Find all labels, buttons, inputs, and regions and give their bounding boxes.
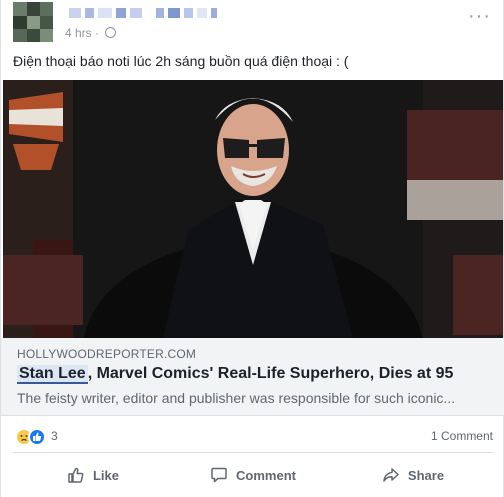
- share-icon: [383, 468, 399, 482]
- post-text: Điện thoại báo noti lúc 2h sáng buồn quá…: [13, 53, 349, 69]
- share-button[interactable]: Share: [333, 456, 493, 494]
- comment-button[interactable]: Comment: [173, 456, 333, 494]
- link-title-highlight[interactable]: Stan Lee: [17, 365, 88, 384]
- author-name-redacted[interactable]: [69, 8, 221, 20]
- avatar[interactable]: [13, 2, 53, 42]
- post-card: 4 hrs · ··· Điện thoại báo noti lúc 2h s…: [0, 0, 504, 497]
- comment-label: Comment: [236, 467, 296, 483]
- more-options-icon[interactable]: ···: [468, 6, 491, 26]
- globe-icon[interactable]: [105, 27, 117, 38]
- like-label: Like: [92, 467, 119, 483]
- link-description: The feisty writer, editor and publisher …: [17, 390, 456, 406]
- like-icon: [68, 467, 84, 483]
- reactions-count[interactable]: 3: [51, 429, 58, 443]
- comments-count[interactable]: 1 Comment: [431, 429, 493, 443]
- post-actions: Like Comment Share: [13, 456, 493, 494]
- timestamp-link[interactable]: 4 hrs: [65, 26, 92, 40]
- post-stats: 3 1 Comment: [13, 424, 493, 446]
- photo-illustration: [3, 80, 503, 338]
- link-preview[interactable]: HOLLYWOODREPORTER.COM Stan Lee, Marvel C…: [1, 338, 504, 416]
- share-label: Share: [407, 467, 445, 483]
- link-title-rest: , Marvel Comics' Real-Life Superhero, Di…: [87, 365, 454, 382]
- post-meta: 4 hrs ·: [65, 26, 117, 40]
- actions-divider: [13, 452, 493, 453]
- like-button[interactable]: Like: [13, 456, 173, 494]
- link-domain: HOLLYWOODREPORTER.COM: [17, 347, 197, 361]
- like-reaction-icon: [28, 428, 46, 446]
- comment-icon: [211, 467, 227, 483]
- link-title[interactable]: Stan Lee, Marvel Comics' Real-Life Super…: [17, 365, 454, 384]
- post-header: 4 hrs · ···: [1, 0, 503, 48]
- link-preview-image[interactable]: [3, 80, 503, 338]
